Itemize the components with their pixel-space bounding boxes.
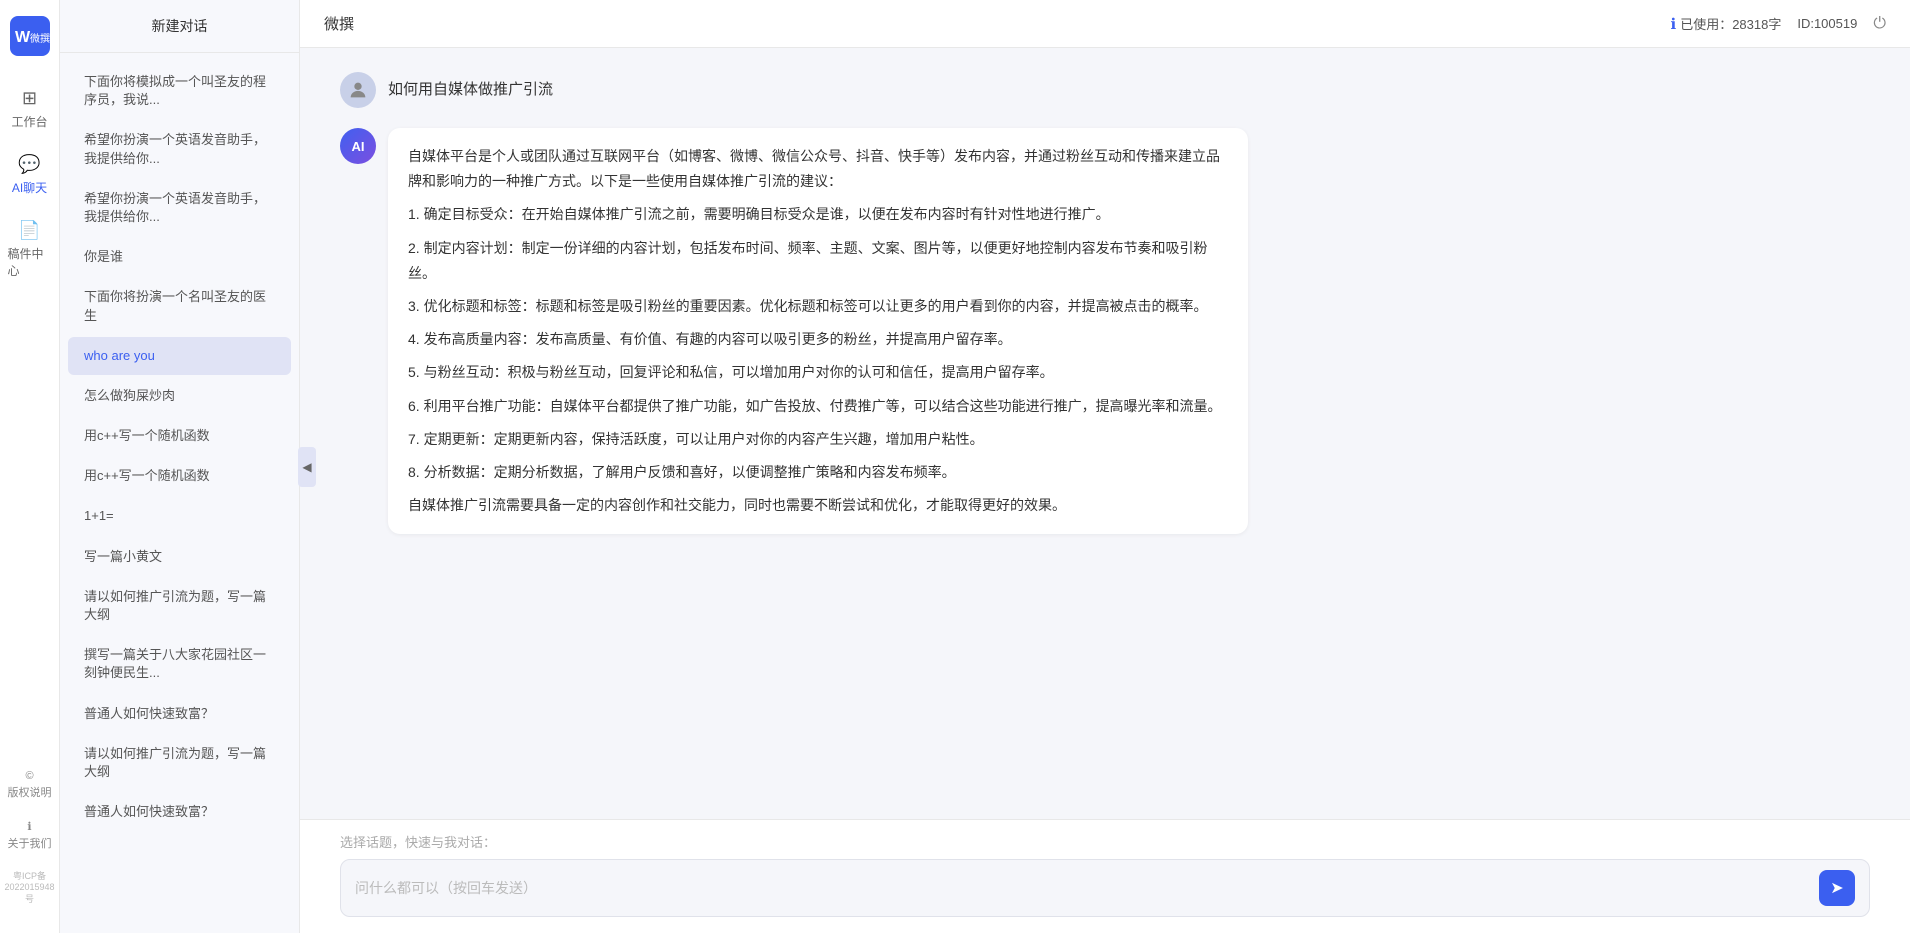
ai-avatar-label: AI [352, 139, 365, 154]
chat-history-item[interactable]: 希望你扮演一个英语发音助手，我提供给你... [68, 121, 291, 177]
user-message: 如何用自媒体做推广引流 [340, 72, 1870, 108]
ai-message-paragraph: 3. 优化标题和标签：标题和标签是吸引粉丝的重要因素。优化标题和标签可以让更多的… [408, 294, 1228, 319]
icp-text: 粤ICP备2022015948号 [0, 865, 59, 909]
collapse-sidebar-button[interactable]: ◀ [298, 447, 316, 487]
about-label: 关于我们 [8, 835, 52, 851]
app-logo: W 微撰 [10, 16, 50, 56]
user-message-text: 如何用自媒体做推广引流 [388, 72, 553, 99]
ai-chat-label: AI聊天 [12, 179, 47, 196]
chat-history-item[interactable]: 撰写一篇关于八大家花园社区一刻钟便民生... [68, 636, 291, 692]
svg-text:微撰: 微撰 [30, 32, 50, 45]
user-avatar-icon [347, 79, 369, 101]
usage-info: ℹ 已使用：28318字 [1670, 14, 1781, 33]
chat-history-item[interactable]: 下面你将扮演一个名叫圣友的医生 [68, 278, 291, 334]
about-icon: ℹ [27, 820, 31, 833]
chat-history-item[interactable]: 希望你扮演一个英语发音助手，我提供给你... [68, 180, 291, 236]
send-icon: ➤ [1830, 878, 1843, 898]
chat-history-item[interactable]: 1+1= [68, 497, 291, 535]
chat-history-item[interactable]: 你是谁 [68, 238, 291, 276]
input-area: 选择话题，快速与我对话： ➤ [300, 819, 1910, 933]
chat-history-item[interactable]: 用c++写一个随机函数 [68, 417, 291, 455]
ai-message-paragraph: 2. 制定内容计划：制定一份详细的内容计划，包括发布时间、频率、主题、文案、图片… [408, 236, 1228, 286]
ai-message-paragraph: 7. 定期更新：定期更新内容，保持活跃度，可以让用户对你的内容产生兴趣，增加用户… [408, 427, 1228, 452]
chat-messages: 如何用自媒体做推广引流 AI 自媒体平台是个人或团队通过互联网平台（如博客、微博… [300, 48, 1910, 819]
icon-sidebar: W 微撰 ⊞ 工作台 💬 AI聊天 📄 稿件中心 © 版权说明 ℹ 关于我们 粤… [0, 0, 60, 933]
chevron-left-icon: ◀ [302, 460, 311, 474]
top-header: 微撰 ℹ 已使用：28318字 ID:100519 ⏻ [300, 0, 1910, 48]
sidebar-item-copyright[interactable]: © 版权说明 [4, 764, 56, 806]
workspace-label: 工作台 [11, 113, 47, 130]
ai-message-content: 自媒体平台是个人或团队通过互联网平台（如博客、微博、微信公众号、抖音、快手等）发… [388, 128, 1248, 534]
chat-history-item[interactable]: 普通人如何快速致富？ [68, 793, 291, 831]
copyright-icon: © [25, 770, 33, 782]
sidebar-item-workspace[interactable]: ⊞ 工作台 [4, 80, 56, 138]
chat-sidebar: 新建对话 下面你将模拟成一个叫圣友的程序员，我说...希望你扮演一个英语发音助手… [60, 0, 300, 933]
logo-area: W 微撰 [10, 16, 50, 56]
ai-chat-icon: 💬 [18, 154, 40, 175]
ai-message-paragraph: 自媒体推广引流需要具备一定的内容创作和社交能力，同时也需要不断尝试和优化，才能取… [408, 493, 1228, 518]
chat-history-item[interactable]: who are you [68, 337, 291, 375]
nav-bottom: © 版权说明 ℹ 关于我们 粤ICP备2022015948号 [0, 764, 59, 917]
ai-avatar: AI [340, 128, 376, 164]
ai-message-paragraph: 6. 利用平台推广功能：自媒体平台都提供了推广功能，如广告投放、付费推广等，可以… [408, 394, 1228, 419]
nav-items: ⊞ 工作台 💬 AI聊天 📄 稿件中心 [0, 80, 59, 764]
ai-message-paragraph: 1. 确定目标受众：在开始自媒体推广引流之前，需要明确目标受众是谁，以便在发布内… [408, 202, 1228, 227]
ai-message-paragraph: 自媒体平台是个人或团队通过互联网平台（如博客、微博、微信公众号、抖音、快手等）发… [408, 144, 1228, 194]
ai-message-paragraph: 4. 发布高质量内容：发布高质量、有价值、有趣的内容可以吸引更多的粉丝，并提高用… [408, 327, 1228, 352]
ai-message-paragraph: 8. 分析数据：定期分析数据，了解用户反馈和喜好，以便调整推广策略和内容发布频率… [408, 460, 1228, 485]
quick-topics-label: 选择话题，快速与我对话： [340, 832, 1870, 851]
chat-history-item[interactable]: 请以如何推广引流为题，写一篇大纲 [68, 735, 291, 791]
usage-text: 已使用：28318字 [1680, 14, 1781, 33]
chat-history-item[interactable]: 普通人如何快速致富？ [68, 695, 291, 733]
sidebar-item-ai-chat[interactable]: 💬 AI聊天 [4, 146, 56, 204]
input-box-wrapper: ➤ [340, 859, 1870, 917]
ai-message: AI 自媒体平台是个人或团队通过互联网平台（如博客、微博、微信公众号、抖音、快手… [340, 128, 1870, 534]
workspace-icon: ⊞ [22, 88, 37, 109]
chat-history-item[interactable]: 下面你将模拟成一个叫圣友的程序员，我说... [68, 63, 291, 119]
main-area: 微撰 ℹ 已使用：28318字 ID:100519 ⏻ 如何用自媒体做推广引流 [300, 0, 1910, 933]
send-button[interactable]: ➤ [1819, 870, 1855, 906]
ai-message-paragraph: 5. 与粉丝互动：积极与粉丝互动，回复评论和私信，可以增加用户对你的认可和信任，… [408, 360, 1228, 385]
chat-history-item[interactable]: 用c++写一个随机函数 [68, 457, 291, 495]
copyright-label: 版权说明 [8, 784, 52, 800]
chat-history-item[interactable]: 写一篇小黄文 [68, 538, 291, 576]
sidebar-item-about[interactable]: ℹ 关于我们 [4, 814, 56, 857]
chat-history-item[interactable]: 怎么做狗屎炒肉 [68, 377, 291, 415]
user-avatar [340, 72, 376, 108]
header-right: ℹ 已使用：28318字 ID:100519 ⏻ [1670, 14, 1886, 33]
chat-history-list: 下面你将模拟成一个叫圣友的程序员，我说...希望你扮演一个英语发音助手，我提供给… [60, 53, 299, 933]
chat-input[interactable] [355, 876, 1819, 900]
new-chat-button[interactable]: 新建对话 [60, 0, 299, 53]
user-id: ID:100519 [1797, 16, 1857, 31]
sidebar-item-components[interactable]: 📄 稿件中心 [4, 212, 56, 287]
logout-button[interactable]: ⏻ [1873, 15, 1886, 33]
components-icon: 📄 [18, 220, 40, 241]
components-label: 稿件中心 [8, 245, 52, 279]
usage-icon: ℹ [1670, 15, 1676, 33]
chat-history-item[interactable]: 请以如何推广引流为题，写一篇大纲 [68, 578, 291, 634]
svg-text:W: W [15, 29, 31, 46]
header-title: 微撰 [324, 13, 354, 34]
